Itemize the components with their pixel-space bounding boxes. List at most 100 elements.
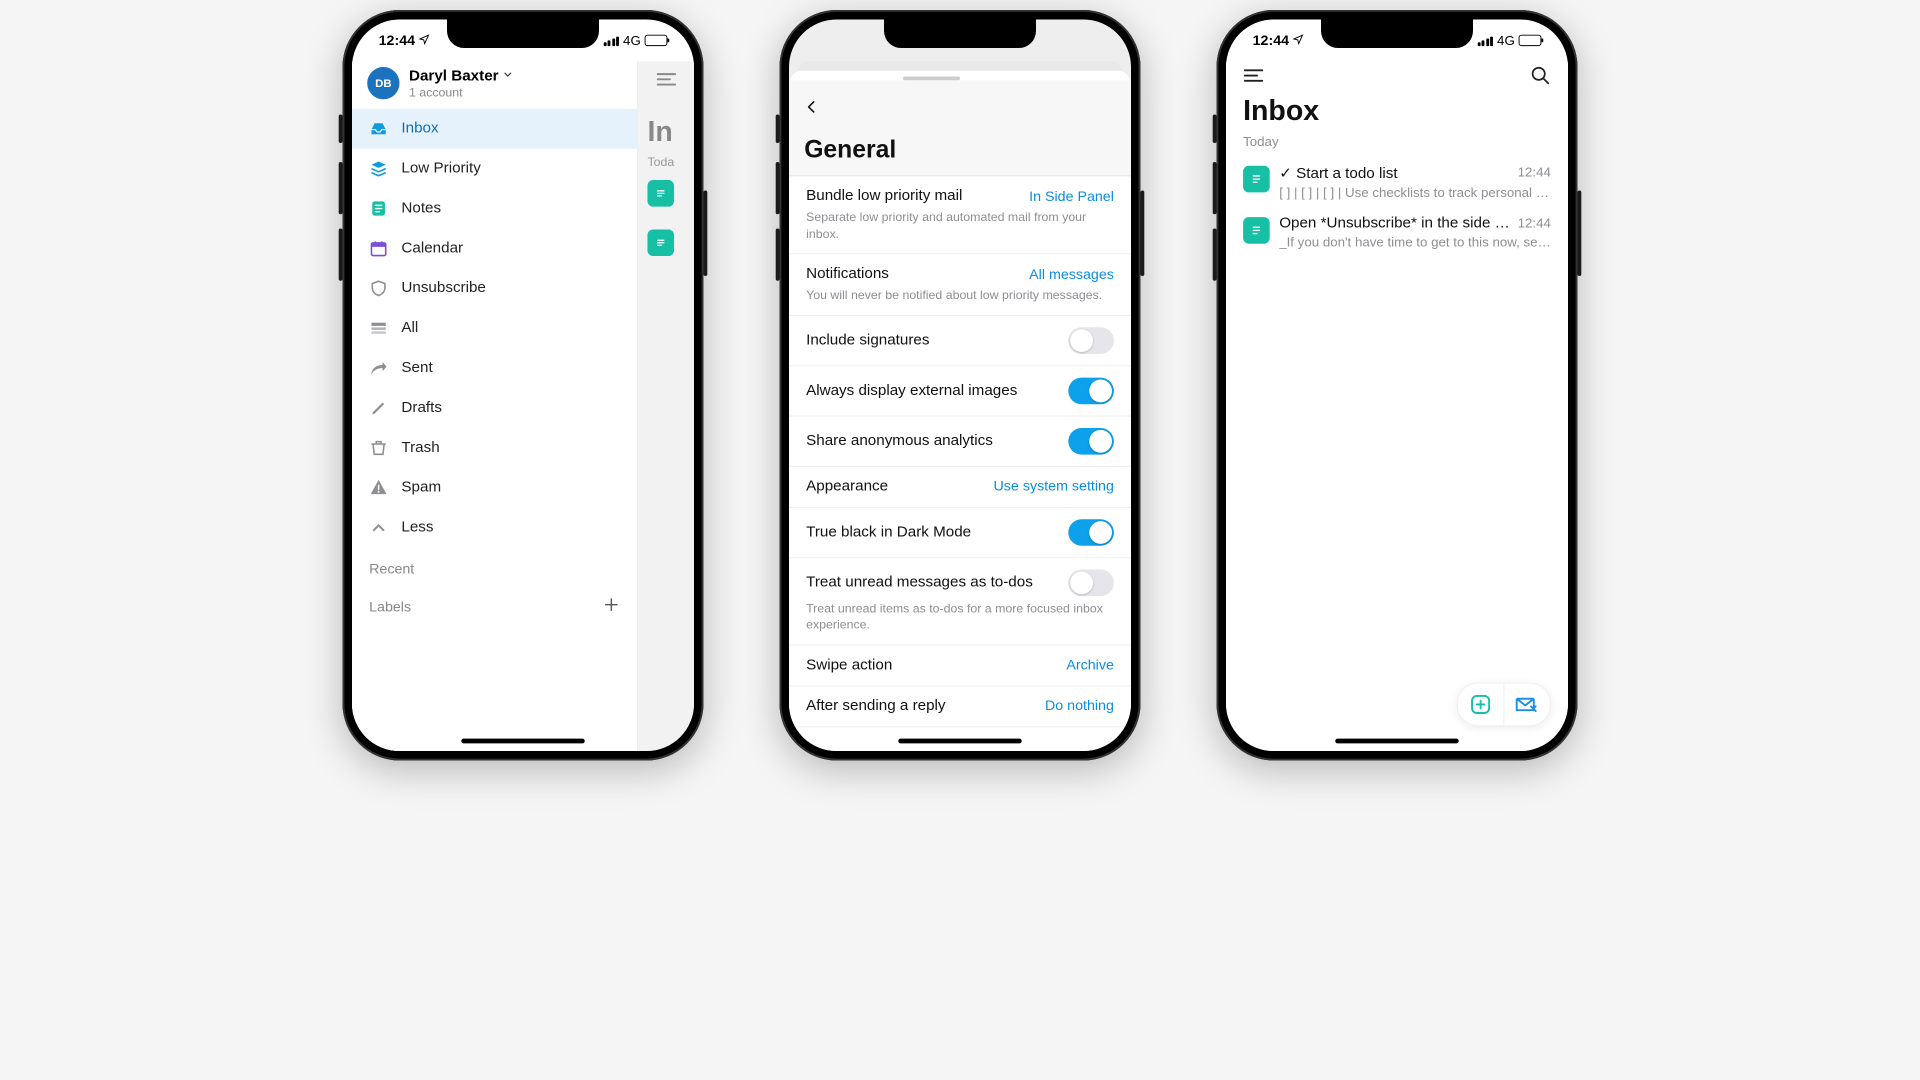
status-time: 12:44	[1253, 32, 1289, 48]
message-time: 12:44	[1518, 164, 1551, 183]
network-label: 4G	[1497, 33, 1515, 48]
status-time: 12:44	[379, 32, 415, 48]
settings-row[interactable]: After sending a reply Do nothing	[789, 686, 1131, 727]
sidebar-item-less[interactable]: Less	[352, 508, 637, 548]
sidebar-item-label: Trash	[401, 439, 439, 456]
toggle[interactable]	[1068, 377, 1114, 404]
settings-title: General	[804, 134, 1116, 163]
settings-row[interactable]: Share anonymous analytics	[789, 416, 1131, 466]
sidebar-item-label: Unsubscribe	[401, 280, 485, 297]
sidebar-item-spam[interactable]: Spam	[352, 468, 637, 508]
inbox-title: Inbox	[1226, 86, 1568, 132]
search-button[interactable]	[1530, 65, 1551, 86]
sidebar-item-label: All	[401, 320, 418, 337]
status-bar: . .	[789, 20, 1131, 62]
home-indicator[interactable]	[461, 739, 585, 744]
compose-button[interactable]	[1503, 684, 1550, 726]
location-icon	[419, 32, 430, 48]
sidebar-item-label: Sent	[401, 360, 432, 377]
sidebar-item-all[interactable]: All	[352, 308, 637, 348]
message-time: 12:44	[1518, 215, 1551, 232]
setting-label: Treat unread messages as to-dos	[806, 574, 1059, 591]
phone-inbox: 12:44 4G Inbox Today ✓ S	[1217, 10, 1578, 761]
stack-icon	[369, 159, 388, 178]
note-icon	[1243, 166, 1270, 193]
sidebar-item-label: Calendar	[401, 240, 463, 257]
setting-label: Share anonymous analytics	[806, 432, 1059, 449]
settings-row[interactable]: Swipe action Archive	[789, 645, 1131, 686]
add-label-button[interactable]	[603, 596, 620, 617]
setting-value[interactable]: Archive	[1066, 657, 1114, 673]
sidebar-item-notes[interactable]: Notes	[352, 189, 637, 229]
section-labels: Labels	[352, 583, 637, 631]
phone-settings: . . General Bundle low priority mailIn S…	[780, 10, 1141, 761]
account-header[interactable]: DB Daryl Baxter 1 account	[352, 61, 637, 108]
toggle[interactable]	[1068, 569, 1114, 596]
note-icon	[1243, 217, 1270, 244]
trash-icon	[369, 438, 388, 457]
message-preview: _If you don't have time to get to this n…	[1279, 234, 1551, 249]
menu-icon[interactable]	[656, 71, 677, 88]
home-indicator[interactable]	[898, 739, 1022, 744]
settings-row[interactable]: Always display external images	[789, 366, 1131, 416]
back-button[interactable]	[804, 97, 1116, 121]
settings-row[interactable]: Appearance Use system setting	[789, 467, 1131, 508]
toggle[interactable]	[1068, 428, 1114, 455]
settings-row[interactable]: NotificationsAll messagesYou will never …	[789, 254, 1131, 315]
settings-row[interactable]: True black in Dark Mode	[789, 507, 1131, 557]
all-icon	[369, 319, 388, 338]
section-recent: Recent	[352, 548, 637, 583]
message-row[interactable]: Open *Unsubscribe* in the side pan… 12:44…	[1226, 208, 1568, 257]
message-title: ✓ Start a todo list	[1279, 164, 1397, 183]
message-preview: [ ] | [ ] | [ ] | Use checklists to trac…	[1279, 185, 1551, 200]
sidebar-item-unsubscribe[interactable]: Unsubscribe	[352, 268, 637, 308]
spam-icon	[369, 478, 388, 497]
menu-button[interactable]	[1243, 67, 1264, 84]
setting-value[interactable]: All messages	[1029, 266, 1114, 282]
new-note-button[interactable]	[1458, 684, 1504, 726]
user-name: Daryl Baxter	[409, 67, 499, 84]
setting-label: Swipe action	[806, 657, 1057, 674]
note-icon	[647, 229, 674, 256]
settings-row[interactable]: Treat unread messages as to-dos Treat unr…	[789, 558, 1131, 645]
sent-icon	[369, 359, 388, 378]
setting-label: Notifications	[806, 266, 1020, 283]
inbox-icon	[369, 119, 388, 138]
sidebar-item-low-priority[interactable]: Low Priority	[352, 149, 637, 189]
setting-label: Appearance	[806, 478, 984, 495]
setting-value[interactable]: In Side Panel	[1029, 188, 1114, 204]
battery-icon	[645, 35, 668, 46]
setting-value[interactable]: Do nothing	[1045, 698, 1114, 714]
setting-value[interactable]: Use system setting	[994, 478, 1114, 494]
message-row[interactable]: ✓ Start a todo list 12:44 [ ] | [ ] | [ ] …	[1226, 156, 1568, 207]
battery-icon	[1519, 35, 1542, 46]
setting-description: Treat unread items as to-dos for a more …	[806, 600, 1114, 633]
shield-icon	[369, 279, 388, 298]
sidebar-item-label: Drafts	[401, 400, 442, 417]
note-icon	[369, 199, 388, 218]
sheet-grabber[interactable]	[903, 77, 960, 81]
setting-label: Include signatures	[806, 332, 1059, 349]
settings-row[interactable]: Include signatures	[789, 316, 1131, 366]
sidebar-item-label: Less	[401, 519, 433, 536]
sidebar-item-sent[interactable]: Sent	[352, 348, 637, 388]
sidebar-item-label: Low Priority	[401, 160, 480, 177]
home-indicator[interactable]	[1335, 739, 1459, 744]
sidebar-item-inbox[interactable]: Inbox	[352, 109, 637, 149]
sidebar-item-drafts[interactable]: Drafts	[352, 388, 637, 428]
toggle[interactable]	[1068, 327, 1114, 354]
sidebar-item-trash[interactable]: Trash	[352, 428, 637, 468]
message-title: Open *Unsubscribe* in the side pan…	[1279, 215, 1510, 232]
setting-label: After sending a reply	[806, 698, 1035, 715]
draft-icon	[369, 399, 388, 418]
note-icon	[647, 180, 674, 207]
fab-group	[1457, 683, 1551, 727]
labels-label: Labels	[369, 599, 411, 615]
setting-label: Always display external images	[806, 382, 1059, 399]
settings-row[interactable]: Bundle low priority mailIn Side PanelSep…	[789, 176, 1131, 254]
calendar-icon	[369, 239, 388, 258]
toggle[interactable]	[1068, 519, 1114, 546]
sidebar-item-calendar[interactable]: Calendar	[352, 229, 637, 269]
account-count: 1 account	[409, 85, 514, 99]
chevron-down-icon	[502, 67, 513, 84]
